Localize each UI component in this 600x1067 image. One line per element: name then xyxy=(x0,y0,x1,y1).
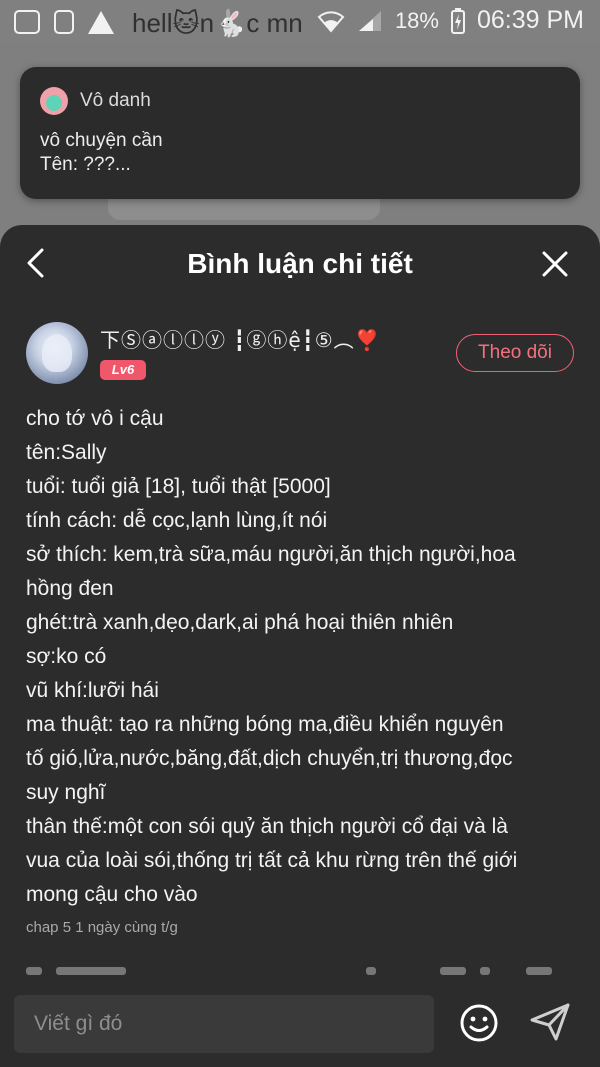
reply-count xyxy=(56,967,126,975)
action-row-partial xyxy=(26,967,574,983)
follow-button[interactable]: Theo dõi xyxy=(456,334,574,372)
close-icon xyxy=(542,251,568,277)
notification-header: Vô danh xyxy=(40,87,560,115)
battery-text: 18% xyxy=(394,7,439,33)
comment-input[interactable] xyxy=(14,995,434,1053)
comment-line: hồng đen xyxy=(26,577,114,600)
comment-text: cho tớ vô i cậu tên:Sally tuổi: tuổi giả… xyxy=(26,402,566,912)
comment-line: mong cậu cho vào xyxy=(26,883,198,906)
comment-line: ma thuật: tạo ra những bóng ma,điều khiể… xyxy=(26,713,504,736)
level-badge: Lv6 xyxy=(100,360,146,380)
reply-icon[interactable] xyxy=(26,967,42,975)
status-icons-right: 18% 06:39 PM xyxy=(317,6,584,35)
comment-username[interactable]: 下Ⓢⓐⓛⓛⓨ ┇ⓖⓗệ┇⑤︵❣️ xyxy=(100,324,381,353)
sender-avatar xyxy=(40,87,68,115)
comment-line: vũ khí:lưỡi hái xyxy=(26,679,159,702)
close-button[interactable] xyxy=(540,249,570,279)
comment-line: tuổi: tuổi giả [18], tuổi thật [5000] xyxy=(26,475,331,498)
sender-name: Vô danh xyxy=(80,90,151,111)
comment-input-bar xyxy=(0,985,600,1067)
comment-line: sở thích: kem,trà sữa,máu người,ăn thịch… xyxy=(26,543,516,566)
comment-line: tố gió,lửa,nước,băng,đất,dịch chuyển,trị… xyxy=(26,747,513,770)
clock: 06:39 PM xyxy=(476,6,584,34)
comment-line: tính cách: dễ cọc,lạnh lùng,ít nói xyxy=(26,509,328,532)
wifi-icon xyxy=(317,9,345,33)
status-bar: hell🐱n🐇c mn 18% 06:39 PM xyxy=(0,0,600,44)
notification-body: vô chuyện cần Tên: ???... xyxy=(40,129,560,177)
comment-line: ghét:trà xanh,dẹo,dark,ai phá hoại thiên… xyxy=(26,611,454,634)
warning-icon xyxy=(88,10,114,34)
comment-detail-sheet: Bình luận chi tiết 下Ⓢⓐⓛⓛⓨ ┇ⓖⓗệ┇⑤︵❣️ Lv6 … xyxy=(0,225,600,1067)
app-notification-icon xyxy=(14,10,40,34)
send-icon xyxy=(530,1003,570,1041)
comment-meta: chap 5 1 ngày cùng t/g xyxy=(26,919,178,936)
download-icon xyxy=(54,10,74,34)
comment-count xyxy=(480,967,490,975)
emoji-button[interactable] xyxy=(458,1002,500,1044)
comment-line: sợ:ko có xyxy=(26,645,107,668)
status-icons-left xyxy=(14,10,114,34)
comment-line: vua của loài sói,thống trị tất cả khu rừ… xyxy=(26,849,518,872)
comment-line: cho tớ vô i cậu xyxy=(26,407,164,430)
more-icon[interactable] xyxy=(366,967,376,975)
sheet-header: Bình luận chi tiết xyxy=(0,225,600,300)
comment-line: thân thế:một con sói quỷ ăn thịch người … xyxy=(26,815,508,838)
signal-icon xyxy=(357,9,383,33)
page-title: Bình luận chi tiết xyxy=(187,248,413,279)
notification-line: Tên: ???... xyxy=(40,154,131,175)
like-icon[interactable] xyxy=(526,967,552,975)
smiley-icon xyxy=(460,1004,498,1042)
comment-icon[interactable] xyxy=(440,967,466,975)
background-chat-title: hell🐱n🐇c mn xyxy=(132,8,303,38)
comment-line: suy nghĩ xyxy=(26,781,106,804)
battery-icon xyxy=(450,7,465,34)
notification-line: vô chuyện cần xyxy=(40,130,163,151)
comment-line: tên:Sally xyxy=(26,441,107,464)
send-button[interactable] xyxy=(528,1002,572,1042)
message-notification[interactable]: Vô danh vô chuyện cần Tên: ???... xyxy=(20,67,580,199)
avatar[interactable] xyxy=(26,322,88,384)
